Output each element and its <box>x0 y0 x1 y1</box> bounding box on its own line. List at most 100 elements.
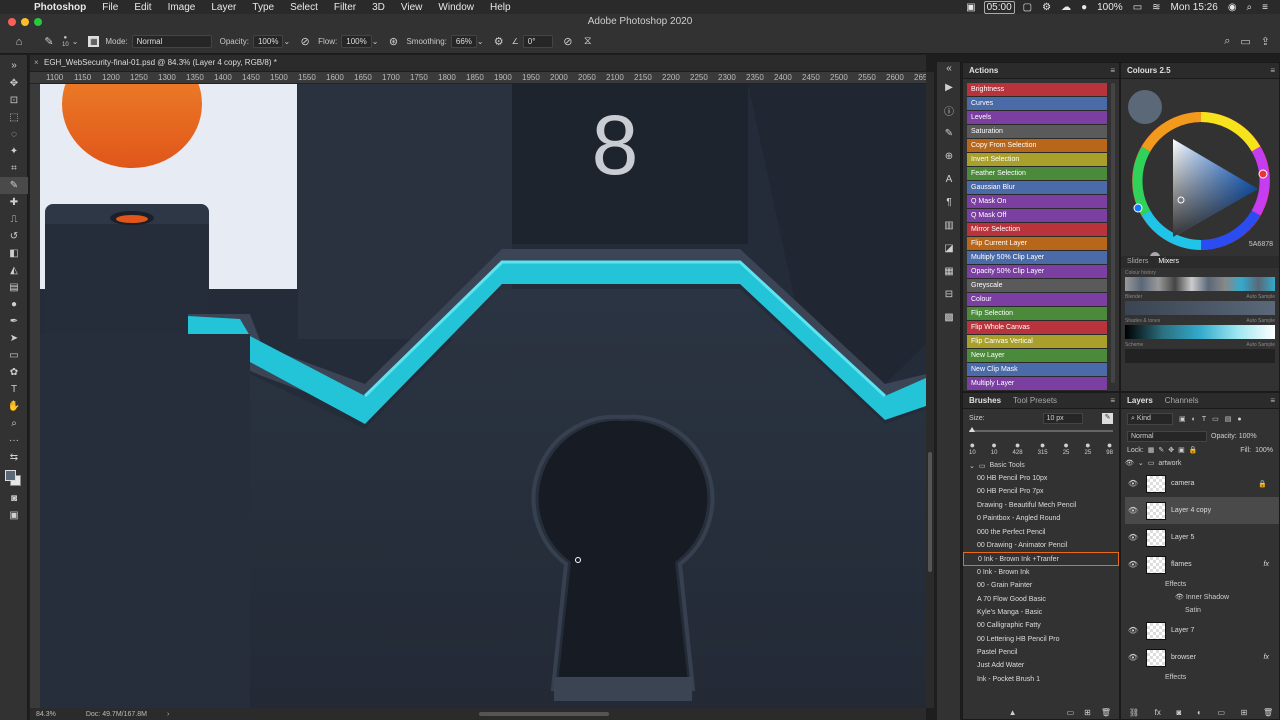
battery-label[interactable]: 100% <box>1095 2 1125 13</box>
eye-icon[interactable]: 👁 <box>1125 506 1141 515</box>
lock-move-icon[interactable]: ✥ <box>1168 446 1174 454</box>
doc-size[interactable]: Doc: 49.7M/167.8M <box>86 711 147 718</box>
brush-settings-icon[interactable]: ✎ <box>937 123 961 143</box>
action-item[interactable]: Flip Canvas Vertical <box>967 335 1107 349</box>
fx-icon[interactable]: fx <box>1155 708 1161 717</box>
marquee-tool-icon[interactable]: ⬚ <box>0 109 28 126</box>
layer-row[interactable]: 👁 browser fx <box>1125 644 1279 671</box>
brush-item[interactable]: Drawing - Beautiful Mech Pencil <box>963 499 1119 512</box>
menu-file[interactable]: File <box>94 2 126 13</box>
chevron-down-icon[interactable]: ⌄ <box>1138 459 1144 467</box>
effects-label[interactable]: Effects <box>1125 671 1279 684</box>
clone-stamp-tool-icon[interactable]: ⎍ <box>0 211 28 228</box>
clock[interactable]: Mon 15:26 <box>1169 2 1220 13</box>
brush-item[interactable]: 00 HB Pencil Pro 10px <box>963 472 1119 485</box>
chevron-down-icon[interactable]: ⌄ <box>283 37 290 46</box>
actions-scrollbar[interactable] <box>1111 83 1115 383</box>
menu-window[interactable]: Window <box>430 2 482 13</box>
action-item[interactable]: Flip Whole Canvas <box>967 321 1107 335</box>
chevron-right-icon[interactable]: › <box>167 711 169 718</box>
collapse-icon[interactable]: » <box>0 55 28 75</box>
action-item[interactable]: Multiply Layer <box>967 377 1107 391</box>
layer-row[interactable]: 👁 flames fx <box>1125 551 1279 578</box>
screen-mode-icon[interactable]: ▣ <box>0 507 28 524</box>
layer-row[interactable]: 👁 camera 🔒 <box>1125 470 1279 497</box>
brush-item[interactable]: A 70 Flow Good Basic <box>963 593 1119 606</box>
history-brush-tool-icon[interactable]: ↺ <box>0 228 28 245</box>
brush-settings-icon[interactable]: ▦ <box>88 36 100 47</box>
action-item[interactable]: Levels <box>967 111 1107 125</box>
hex-value[interactable]: 5A6878 <box>1249 241 1273 248</box>
menu-layer[interactable]: Layer <box>203 2 244 13</box>
layer-group[interactable]: 👁 ⌄ ▭ artwork <box>1121 456 1279 470</box>
action-item[interactable]: Saturation <box>967 125 1107 139</box>
panel-menu-icon[interactable]: ≡ <box>1110 396 1115 405</box>
brush-preset[interactable]: ● 315 <box>1038 440 1048 456</box>
menu-help[interactable]: Help <box>482 2 519 13</box>
zoom-tool-icon[interactable]: ⌕ <box>0 415 28 432</box>
folder-icon[interactable]: ▭ <box>1067 708 1075 717</box>
panel-menu-icon[interactable]: ≡ <box>1270 396 1275 405</box>
inner-shadow-effect[interactable]: 👁 Inner Shadow <box>1125 591 1279 604</box>
menu-select[interactable]: Select <box>282 2 326 13</box>
smoothing-field[interactable]: 66% <box>450 35 477 48</box>
shape-tool-icon[interactable]: ▭ <box>0 347 28 364</box>
color-wheel[interactable] <box>1121 79 1279 259</box>
link-icon[interactable]: ⛓ <box>1129 708 1139 717</box>
brush-item[interactable]: 00 Calligraphic Fatty <box>963 619 1119 632</box>
filter-type-icon[interactable]: T <box>1202 416 1206 423</box>
cloud-icon[interactable]: ☁ <box>1059 2 1073 13</box>
brush-item[interactable]: 00 Drawing - Animator Pencil <box>963 539 1119 552</box>
fx-badge[interactable]: fx <box>1264 654 1269 661</box>
colour-history-strip[interactable] <box>1125 277 1275 291</box>
vertical-scrollbar[interactable] <box>926 72 934 708</box>
layer-thumbnail[interactable] <box>1146 648 1166 667</box>
chevron-down-icon[interactable]: ⌄ <box>72 37 79 46</box>
lasso-tool-icon[interactable]: ◌ <box>0 126 28 143</box>
trash-icon[interactable]: 🗑 <box>1101 708 1111 717</box>
brush-preset[interactable]: ● 25 <box>1063 440 1070 456</box>
action-item[interactable]: Colour <box>967 293 1107 307</box>
trash-icon[interactable]: 🗑 <box>1263 708 1273 717</box>
menu-app[interactable]: Photoshop <box>26 2 94 13</box>
user-icon[interactable]: ◉ <box>1226 2 1239 13</box>
layer-thumbnail[interactable] <box>1146 528 1166 547</box>
action-item[interactable]: Flip Selection <box>967 307 1107 321</box>
crop-tool-icon[interactable]: ⌗ <box>0 160 28 177</box>
move-tool-icon[interactable]: ✥ <box>0 75 28 92</box>
collapse-icon[interactable]: « <box>937 62 961 74</box>
apple-icon[interactable] <box>8 1 20 13</box>
action-item[interactable]: Curves <box>967 97 1107 111</box>
action-item[interactable]: Opacity 50% Clip Layer <box>967 265 1107 279</box>
menu-3d[interactable]: 3D <box>364 2 393 13</box>
shades-strip[interactable] <box>1125 325 1275 339</box>
horizontal-ruler[interactable]: 1100 1150 1200 1250 1300 1350 1400 1450 1500 1550… <box>30 72 926 84</box>
scroll-thumb[interactable] <box>928 452 932 572</box>
blend-mode-select[interactable]: Normal <box>1127 431 1207 442</box>
filter-smart-icon[interactable]: ▤ <box>1225 415 1232 423</box>
symmetry-icon[interactable]: ⧖ <box>581 35 595 49</box>
close-icon[interactable] <box>8 18 16 26</box>
slider-icon[interactable]: ▲ <box>1009 708 1017 717</box>
close-icon[interactable]: × <box>34 55 39 71</box>
panel-menu-icon[interactable]: ≡ <box>1110 66 1115 75</box>
tab-channels[interactable]: Channels <box>1165 396 1199 405</box>
brush-item[interactable]: 00 Lettering HB Pencil Pro <box>963 633 1119 646</box>
brush-preset[interactable]: ● 428 <box>1013 440 1023 456</box>
action-item[interactable]: Flip Current Layer <box>967 237 1107 251</box>
hand-tool-icon[interactable]: ✋ <box>0 398 28 415</box>
brush-preset[interactable]: ● 10 <box>969 440 976 456</box>
menu-view[interactable]: View <box>393 2 431 13</box>
brush-item[interactable]: 0 Ink - Brown Ink +Tranfer <box>963 552 1119 566</box>
clone-source-icon[interactable]: ⊕ <box>937 146 961 166</box>
pressure-size-icon[interactable]: ⊘ <box>561 35 575 49</box>
brush-item[interactable]: Ink - Pocket Brush 1 <box>963 673 1119 686</box>
brush-preset[interactable]: ● 98 <box>1106 440 1113 456</box>
type-tool-icon[interactable]: T <box>0 381 28 398</box>
screen-icon[interactable]: ▣ <box>964 2 977 13</box>
layer-row[interactable]: 👁 Layer 5 <box>1125 524 1279 551</box>
tab-sliders[interactable]: Sliders <box>1127 256 1148 268</box>
eye-icon[interactable]: 👁 <box>1125 533 1141 542</box>
new-brush-icon[interactable]: ⊞ <box>1084 708 1091 717</box>
zoom-icon[interactable] <box>34 18 42 26</box>
